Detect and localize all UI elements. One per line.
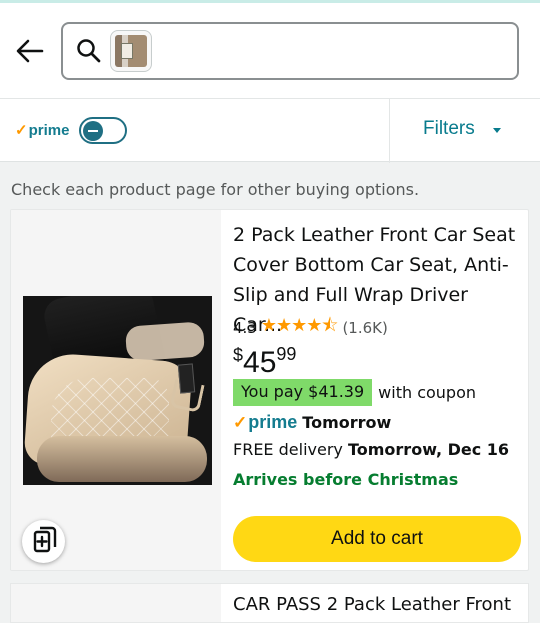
prime-check-icon: ✓ bbox=[15, 122, 28, 139]
next-product-title[interactable]: CAR PASS 2 Pack Leather Front bbox=[233, 594, 511, 615]
rear-seat-cushion bbox=[124, 321, 206, 362]
toggle-minus-icon bbox=[83, 121, 103, 141]
coupon-row: You pay $41.39 with coupon bbox=[233, 379, 476, 406]
prime-filter-label: ✓prime bbox=[15, 122, 70, 139]
product-price: $4599 bbox=[233, 344, 296, 380]
product-image-panel[interactable] bbox=[11, 210, 221, 570]
buying-options-notice: Check each product page for other buying… bbox=[11, 180, 420, 199]
rating-row[interactable]: 4.3 ★★★★⯪ (1.6K) bbox=[233, 315, 388, 340]
next-product-card[interactable]: CAR PASS 2 Pack Leather Front bbox=[10, 583, 529, 623]
chevron-down-icon[interactable] bbox=[493, 128, 501, 133]
price-fraction: 99 bbox=[276, 344, 297, 364]
prime-logo: ✓prime bbox=[233, 411, 298, 432]
average-rating: 4.3 bbox=[233, 319, 257, 337]
prime-delivery-row: ✓prime Tomorrow bbox=[233, 409, 391, 435]
delivery-prefix: FREE delivery bbox=[233, 440, 348, 459]
search-icon bbox=[77, 39, 101, 63]
phone-in-pocket bbox=[177, 363, 196, 394]
prime-toggle[interactable] bbox=[79, 117, 127, 144]
coupon-badge: You pay $41.39 bbox=[233, 379, 373, 406]
arrow-left-icon[interactable] bbox=[14, 35, 46, 67]
search-header bbox=[0, 3, 540, 98]
product-card[interactable]: 2 Pack Leather Front Car Seat Cover Bott… bbox=[10, 209, 529, 571]
prime-check-icon: ✓ bbox=[233, 412, 248, 432]
next-product-image-panel[interactable] bbox=[11, 584, 221, 622]
image-search-box[interactable] bbox=[61, 22, 519, 80]
add-to-cart-button[interactable]: Add to cart bbox=[233, 516, 521, 562]
search-image-thumbnail[interactable] bbox=[110, 30, 152, 72]
prime-delivery-date: Tomorrow bbox=[302, 412, 392, 432]
car-seat-cover-product-image[interactable] bbox=[23, 296, 212, 485]
price-whole: 45 bbox=[243, 346, 277, 379]
add-to-compare-icon[interactable] bbox=[22, 520, 65, 563]
product-thumbnail-image bbox=[115, 35, 147, 67]
filter-bar: ✓prime Filters bbox=[0, 98, 540, 163]
star-rating-icon: ★★★★⯪ bbox=[260, 315, 339, 336]
arrival-message: Arrives before Christmas bbox=[233, 470, 459, 489]
free-delivery-text: FREE delivery Tomorrow, Dec 16 bbox=[233, 440, 509, 459]
delivery-date: Tomorrow, Dec 16 bbox=[347, 440, 510, 459]
coupon-suffix: with coupon bbox=[378, 383, 477, 402]
compare-icon bbox=[33, 526, 57, 553]
price-symbol: $ bbox=[233, 345, 244, 365]
seat-cover-front-edge bbox=[37, 436, 207, 482]
filters-button[interactable]: Filters bbox=[423, 118, 475, 140]
review-count[interactable]: (1.6K) bbox=[342, 319, 387, 337]
filter-divider bbox=[389, 99, 390, 163]
product-details: 2 Pack Leather Front Car Seat Cover Bott… bbox=[233, 210, 523, 570]
